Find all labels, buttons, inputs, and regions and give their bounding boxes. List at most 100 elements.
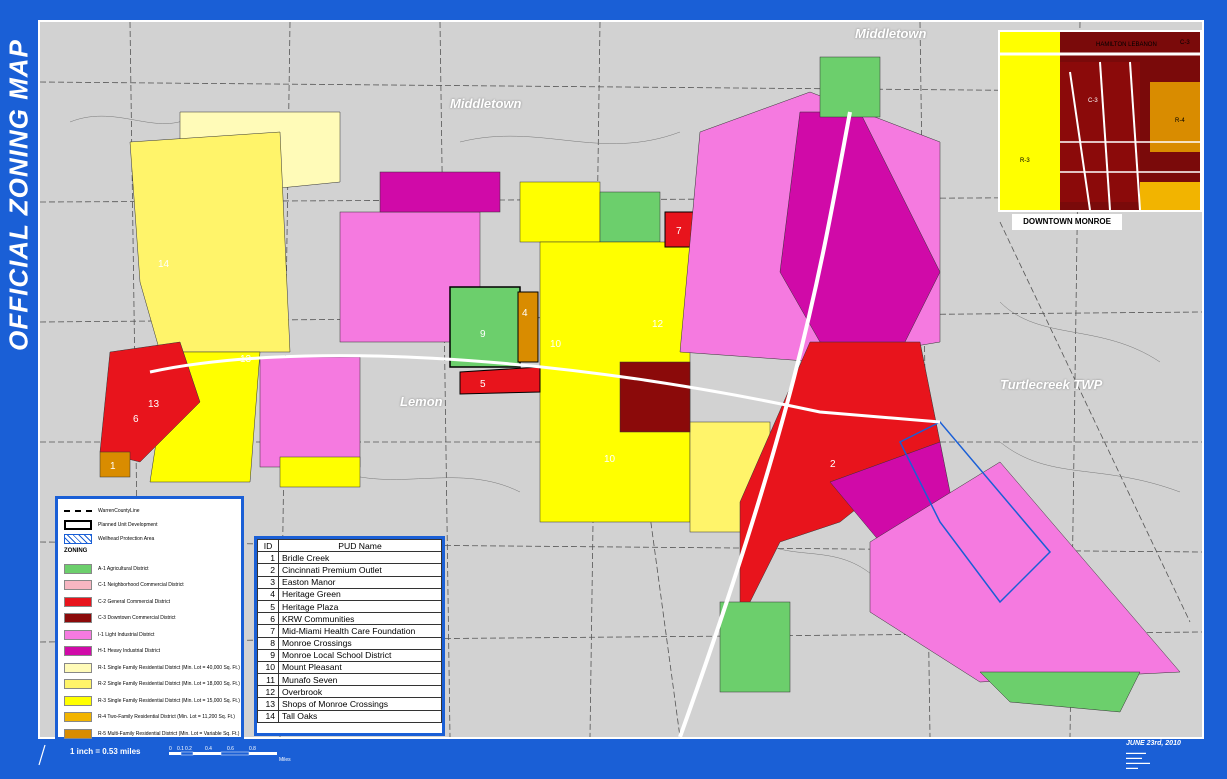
pud-name: Monroe Local School District bbox=[278, 648, 442, 662]
table-row: 1 Bridle Creek bbox=[257, 551, 442, 565]
legend-item: R-1 Single Family Residential District (… bbox=[64, 662, 240, 673]
pud-name: Easton Manor bbox=[278, 575, 442, 589]
zone-i1-west bbox=[259, 356, 361, 468]
downtown-inset-map[interactable]: HAMILTON LEBANON C-3 R-3 R-4 C-3 bbox=[998, 30, 1202, 212]
legend-item-label: R-3 Single Family Residential District (… bbox=[98, 697, 240, 704]
pud-name: Shops of Monroe Crossings bbox=[278, 697, 442, 711]
legend-swatch bbox=[64, 646, 92, 656]
legend-item: R-3 Single Family Residential District (… bbox=[64, 695, 240, 706]
pud-label-5: 5 bbox=[480, 379, 486, 390]
zone-a1-top bbox=[599, 191, 661, 243]
pud-header-id: ID bbox=[257, 538, 279, 553]
pud-id: 5 bbox=[257, 599, 279, 614]
zone-r2-west bbox=[129, 131, 291, 353]
legend-item-label: A-1 Agricultural District bbox=[98, 565, 149, 572]
scale-tick-label: 0.8 bbox=[249, 746, 256, 752]
table-row: 11 Munafo Seven bbox=[257, 673, 442, 687]
pud-name: Mount Pleasant bbox=[278, 660, 442, 675]
pud-name: Bridle Creek bbox=[278, 551, 442, 565]
pud-label-9: 9 bbox=[480, 329, 486, 340]
zone-a1-school bbox=[449, 286, 521, 368]
pud-name: Cincinnati Premium Outlet bbox=[278, 563, 442, 577]
inset-label-c3a: C-3 bbox=[1088, 98, 1098, 104]
zone-r5-heritage bbox=[517, 291, 539, 363]
pud-name: Mid-Miami Health Care Foundation bbox=[278, 624, 442, 638]
inset-label-c3b: C-3 bbox=[1180, 40, 1190, 46]
legend-item: R-5 Multi-Family Residential District (M… bbox=[64, 728, 239, 739]
scale-tick-label: 0.1 bbox=[177, 746, 184, 752]
scale-tick-label: 0.4 bbox=[205, 746, 212, 752]
zone-a1-se bbox=[979, 671, 1141, 713]
pud-id: 1 bbox=[257, 551, 279, 565]
pud-name: Tall Oaks bbox=[278, 709, 442, 723]
table-row: 13 Shops of Monroe Crossings bbox=[257, 697, 442, 711]
legend-item: C-2 General Commercial District bbox=[64, 596, 170, 607]
legend-county-line-label: WarrenCountyLine bbox=[98, 507, 140, 514]
pud-label-13a: 13 bbox=[240, 354, 252, 365]
legend-swatch bbox=[64, 662, 92, 673]
inset-drawing: HAMILTON LEBANON C-3 R-3 R-4 C-3 bbox=[1000, 32, 1200, 210]
pud-id: 7 bbox=[257, 624, 279, 638]
pud-label-7: 7 bbox=[676, 226, 682, 237]
pud-table-header: ID PUD Name bbox=[257, 538, 442, 553]
legend-wellhead-label: Wellhead Protection Area bbox=[98, 535, 155, 542]
pud-id: 12 bbox=[257, 685, 279, 699]
pud-label-6: 6 bbox=[133, 414, 139, 425]
legend-item: H-1 Heavy Industrial District bbox=[64, 646, 160, 657]
inset-label-r3: R-3 bbox=[1020, 158, 1030, 164]
pud-id: 2 bbox=[257, 563, 279, 577]
map-date: JUNE 23rd, 2010 bbox=[1126, 740, 1181, 747]
legend-wellhead: Wellhead Protection Area bbox=[64, 533, 154, 544]
table-row: 12 Overbrook bbox=[257, 685, 442, 699]
table-row: 7 Mid-Miami Health Care Foundation bbox=[257, 624, 442, 638]
inset-caption: DOWNTOWN MONROE bbox=[1012, 214, 1122, 230]
table-row: 8 Monroe Crossings bbox=[257, 636, 442, 650]
legend-swatch bbox=[64, 728, 92, 739]
pud-id: 14 bbox=[257, 709, 279, 723]
pud-id: 10 bbox=[257, 660, 279, 675]
place-lemon: Lemon bbox=[400, 394, 443, 409]
legend-swatch bbox=[64, 629, 92, 640]
legend-swatch bbox=[64, 712, 92, 722]
north-arrow-icon bbox=[38, 744, 46, 766]
pud-table: ID PUD Name 1 Bridle Creek 2 Cincinnati Pre… bbox=[254, 536, 445, 736]
table-row: 10 Mount Pleasant bbox=[257, 660, 442, 675]
legend-item-label: R-5 Multi-Family Residential District (M… bbox=[98, 730, 240, 737]
legend-swatch bbox=[64, 596, 92, 607]
place-middletown-left: Middletown bbox=[450, 96, 522, 111]
legend-item: C-3 Downtown Commercial District bbox=[64, 613, 176, 624]
zone-c2-strip bbox=[459, 366, 541, 395]
pud-label-14: 14 bbox=[158, 259, 170, 270]
pud-label-12: 12 bbox=[652, 319, 664, 330]
scale-text: 1 inch = 0.53 miles bbox=[70, 747, 141, 756]
pud-name: Munafo Seven bbox=[278, 673, 442, 687]
pud-label-10b: 10 bbox=[604, 454, 616, 465]
pud-name: Monroe Crossings bbox=[278, 636, 442, 650]
legend-swatch bbox=[64, 695, 92, 706]
legend-item-label: C-1 Neighborhood Commercial District bbox=[98, 582, 184, 588]
zone-r3-top bbox=[519, 181, 601, 243]
pud-label-2: 2 bbox=[830, 459, 836, 470]
pud-label-10a: 10 bbox=[550, 339, 562, 350]
pud-id: 9 bbox=[257, 648, 279, 662]
legend-item: R-2 Single Family Residential District (… bbox=[64, 679, 240, 690]
map-legend: WarrenCountyLine Planned Unit Developmen… bbox=[55, 496, 244, 740]
legend-item-label: R-1 Single Family Residential District (… bbox=[98, 664, 240, 671]
table-row: 3 Easton Manor bbox=[257, 575, 442, 589]
legend-item-label: R-2 Single Family Residential District (… bbox=[98, 681, 240, 687]
pud-label-1: 1 bbox=[110, 461, 116, 472]
legend-item: C-1 Neighborhood Commercial District bbox=[64, 580, 184, 591]
pud-label-13b: 13 bbox=[148, 399, 160, 410]
table-row: 14 Tall Oaks bbox=[257, 709, 442, 723]
zone-a1-ne bbox=[819, 56, 881, 118]
legend-item-label: C-3 Downtown Commercial District bbox=[98, 615, 176, 621]
pud-header-name: PUD Name bbox=[278, 538, 442, 553]
zone-c3-downtown bbox=[619, 361, 691, 433]
pud-table-grid: ID PUD Name 1 Bridle Creek 2 Cincinnati Pre… bbox=[257, 538, 442, 723]
legend-swatch bbox=[64, 563, 92, 574]
legend-zoning-header: ZONING bbox=[64, 548, 88, 554]
wellhead-swatch bbox=[64, 533, 92, 544]
legend-item: A-1 Agricultural District bbox=[64, 563, 149, 574]
legend-item-label: R-4 Two-Family Residential District (Min… bbox=[98, 714, 235, 720]
pud-name: KRW Communities bbox=[278, 612, 442, 626]
